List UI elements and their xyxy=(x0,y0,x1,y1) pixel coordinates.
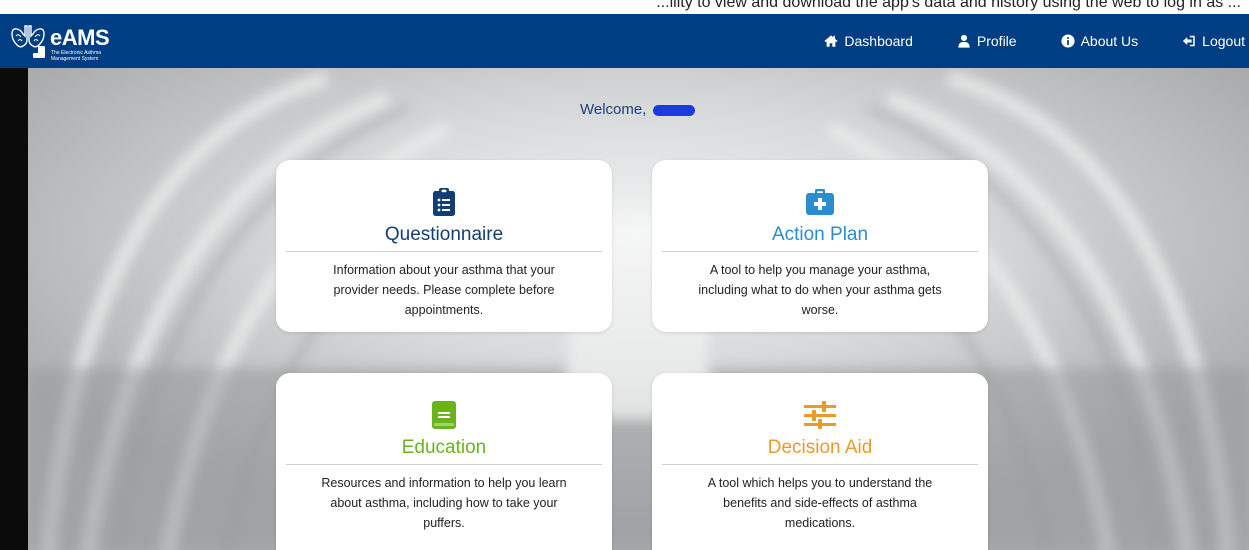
card-divider xyxy=(662,464,978,465)
background-hallway-image xyxy=(28,68,1249,550)
education-card[interactable]: Education Resources and information to h… xyxy=(276,373,612,550)
action-plan-card[interactable]: Action Plan A tool to help you manage yo… xyxy=(652,160,988,332)
questionnaire-card[interactable]: Questionnaire Information about your ast… xyxy=(276,160,612,332)
action-plan-title: Action Plan xyxy=(771,224,869,245)
nav-about-us[interactable]: About Us xyxy=(1051,14,1149,68)
top-strip-text: ...ility to view and download the app's … xyxy=(656,0,1241,11)
education-description: Resources and information to help you le… xyxy=(321,476,567,530)
nav-logout-label: Logout xyxy=(1202,33,1245,49)
redacted-user-name xyxy=(652,104,695,116)
nav-links: Dashboard Profile About Us Logout xyxy=(814,14,1249,68)
welcome-label: Welcome, xyxy=(580,101,647,118)
card-divider xyxy=(662,251,978,252)
nav-logout[interactable]: Logout xyxy=(1172,14,1249,68)
questionnaire-description: Information about your asthma that your … xyxy=(333,263,555,317)
sliders-icon xyxy=(804,401,836,429)
card-divider xyxy=(286,251,602,252)
lungs-logo-icon xyxy=(11,25,45,58)
navbar: eAMS The Electronic Asthma Management Sy… xyxy=(0,14,1249,68)
card-divider xyxy=(286,464,602,465)
questionnaire-title: Questionnaire xyxy=(384,224,504,245)
action-plan-description: A tool to help you manage your asthma, i… xyxy=(698,263,942,317)
brand-name: eAMS xyxy=(50,25,110,50)
brand-tagline: The Electronic Asthma Management System xyxy=(51,50,102,62)
top-strip: ...ility to view and download the app's … xyxy=(0,0,1249,14)
home-icon xyxy=(824,35,838,47)
medical-kit-icon xyxy=(806,189,834,215)
education-title: Education xyxy=(401,437,487,458)
nav-dashboard-label: Dashboard xyxy=(844,33,913,49)
info-icon xyxy=(1061,34,1075,48)
decision-aid-title: Decision Aid xyxy=(767,437,873,458)
nav-profile-label: Profile xyxy=(976,33,1017,49)
welcome-message: Welcome, xyxy=(580,101,695,118)
nav-profile[interactable]: Profile xyxy=(947,14,1027,68)
left-frame xyxy=(0,68,28,550)
user-icon xyxy=(958,34,970,48)
sign-out-icon xyxy=(1183,35,1195,47)
nav-dashboard[interactable]: Dashboard xyxy=(814,14,923,68)
brand[interactable]: eAMS The Electronic Asthma Management Sy… xyxy=(8,18,168,64)
decision-aid-description: A tool which helps you to understand the… xyxy=(707,476,933,530)
main-content: Welcome, Questionnaire Information about… xyxy=(0,68,1249,550)
clipboard-list-icon xyxy=(433,188,455,216)
nav-about-us-label: About Us xyxy=(1080,33,1139,49)
decision-aid-card[interactable]: Decision Aid A tool which helps you to u… xyxy=(652,373,988,550)
book-icon xyxy=(432,401,456,429)
